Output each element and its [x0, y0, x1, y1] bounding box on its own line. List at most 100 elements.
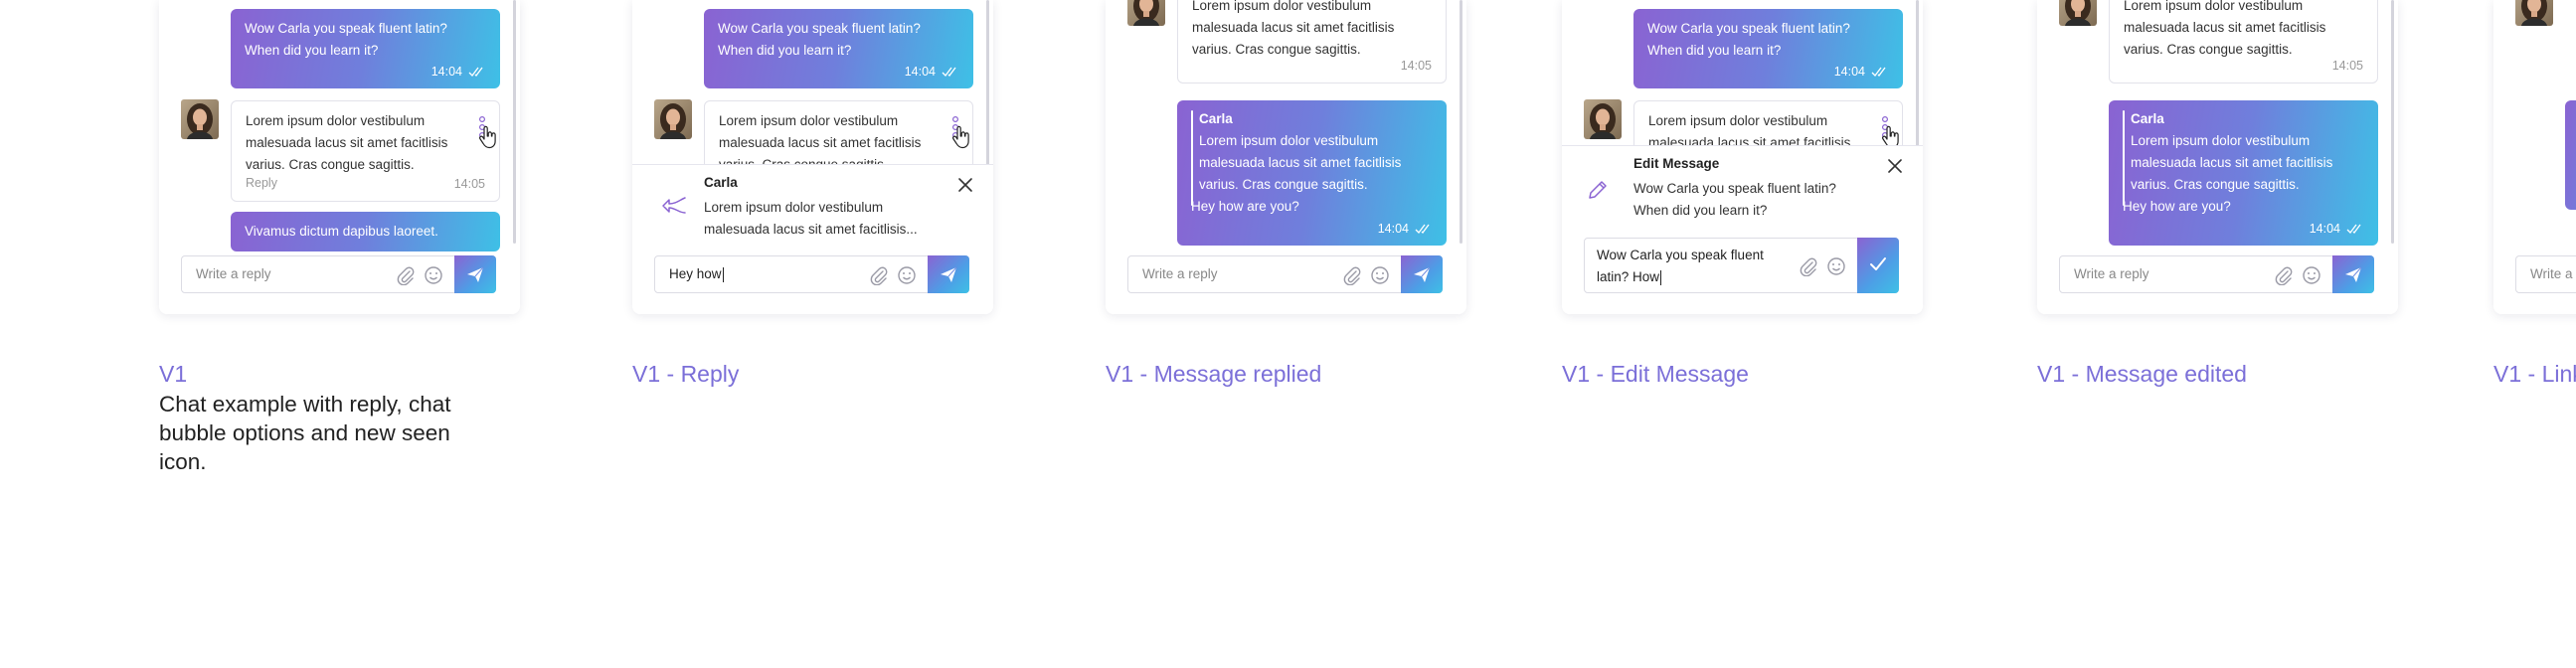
- message-line: Lorem ipsum dolor vestibulum: [246, 113, 426, 128]
- message-line: Hey how are you?: [2123, 199, 2231, 214]
- message-line: Wow Carla you speak fluent latin?: [718, 21, 921, 36]
- send-icon: [465, 264, 485, 284]
- scrollbar[interactable]: [1460, 0, 1462, 244]
- edit-panel-title: Edit Message: [1633, 156, 1720, 171]
- read-receipt-icon: [1871, 66, 1889, 78]
- confirm-edit-button[interactable]: [1857, 238, 1899, 293]
- message-composer[interactable]: Write a reply: [181, 255, 496, 293]
- message-time: 14:04: [1833, 65, 1865, 79]
- caption-v1: V1: [159, 361, 188, 387]
- message-line: malesuada lacus sit amet facitlisis: [246, 135, 448, 150]
- message-composer[interactable]: Write a reply: [2515, 255, 2576, 293]
- message-time: 14:05: [2331, 59, 2363, 73]
- send-icon: [1412, 264, 1432, 284]
- composer-input[interactable]: Write a reply: [1142, 256, 1218, 292]
- message-line: When did you learn it?: [718, 43, 852, 58]
- incoming-message[interactable]: Lorem ipsum dolor vestibulum malesuada l…: [1177, 0, 1447, 84]
- reply-link[interactable]: Reply: [246, 172, 277, 194]
- send-button[interactable]: [1401, 255, 1443, 293]
- chat-card-v1: Wow Carla you speak fluent latin? When d…: [159, 0, 520, 314]
- composer-input[interactable]: Write a reply: [2074, 256, 2149, 292]
- outgoing-message[interactable]: Carla Lorem ipsum dolor vestibulum males…: [1177, 100, 1447, 246]
- attach-icon[interactable]: [1342, 265, 1362, 285]
- avatar: [181, 99, 219, 139]
- message-composer[interactable]: Wow Carla you speak fluent latin? How: [1584, 238, 1899, 293]
- quoted-line: Lorem ipsum dolor vestibulum: [1199, 133, 1379, 148]
- emoji-icon[interactable]: [1370, 265, 1390, 285]
- message-line: varius. Cras congue sagittis.: [1192, 42, 1361, 57]
- message-line: Wow Carla you speak fluent latin?: [1647, 21, 1850, 36]
- attach-icon[interactable]: [1799, 256, 1818, 276]
- send-icon: [939, 264, 958, 284]
- chat-card-reply: Wow Carla you speak fluent latin? When d…: [632, 0, 993, 314]
- read-receipt-icon: [1415, 223, 1433, 235]
- avatar: [2515, 0, 2553, 26]
- message-line: Lorem ipsum dolor vestibulum: [1648, 113, 1828, 128]
- message-composer[interactable]: Write a reply: [2059, 255, 2374, 293]
- close-icon[interactable]: [1887, 158, 1903, 174]
- edit-preview-line: When did you learn it?: [1633, 203, 1768, 218]
- message-line: malesuada lacus sit amet facitlisis: [2124, 20, 2326, 35]
- quoted-line: malesuada lacus sit amet facitlisis: [2131, 155, 2333, 170]
- send-button[interactable]: [454, 255, 496, 293]
- quoted-sender-name: Carla: [2131, 111, 2164, 126]
- send-button[interactable]: [2332, 255, 2374, 293]
- composer-input[interactable]: Hey how: [669, 266, 722, 281]
- edit-input-line[interactable]: Wow Carla you speak fluent: [1597, 248, 1764, 262]
- incoming-message[interactable]: Lorem ipsum dolor vestibulum malesuada l…: [231, 100, 500, 202]
- outgoing-message[interactable]: Vivamus dictum dapibus laoreet.: [231, 212, 500, 251]
- message-line: When did you learn it?: [1647, 43, 1782, 58]
- avatar: [1584, 99, 1622, 139]
- emoji-icon[interactable]: [424, 265, 443, 285]
- reply-preview-line: Lorem ipsum dolor vestibulum: [704, 200, 884, 215]
- outgoing-message[interactable]: Wow Carla you speak fluent latin? When d…: [704, 9, 973, 88]
- message-line: malesuada lacus sit amet facitlisis: [1192, 20, 1395, 35]
- scrollbar[interactable]: [2391, 0, 2394, 244]
- avatar: [1127, 0, 1165, 26]
- message-line: Lorem ipsum dolor vestibulum: [1192, 0, 1372, 13]
- message-line: malesuada lacus sit amet facitlisis: [719, 135, 922, 150]
- caption-reply: V1 - Reply: [632, 361, 740, 387]
- quoted-line: varius. Cras congue sagittis.: [1199, 177, 1368, 192]
- emoji-icon[interactable]: [2302, 265, 2321, 285]
- message-line: varius. Cras congue sagittis.: [246, 157, 415, 172]
- attach-icon[interactable]: [2274, 265, 2294, 285]
- outgoing-message[interactable]: [2565, 100, 2576, 210]
- attach-icon[interactable]: [396, 265, 416, 285]
- avatar: [654, 99, 692, 139]
- message-time: 14:04: [430, 65, 462, 79]
- quoted-sender-name: Carla: [1199, 111, 1233, 126]
- attach-icon[interactable]: [869, 265, 889, 285]
- chat-card-edited: Lorem ipsum dolor vestibulum malesuada l…: [2037, 0, 2398, 314]
- caption-edit: V1 - Edit Message: [1562, 361, 1749, 387]
- message-line: Lorem ipsum dolor vestibulum: [719, 113, 899, 128]
- emoji-icon[interactable]: [1826, 256, 1846, 276]
- message-line: Hey how are you?: [1191, 199, 1299, 214]
- emoji-icon[interactable]: [897, 265, 917, 285]
- caption-link: V1 - Link: [2493, 361, 2576, 387]
- chat-card-edit: Wow Carla you speak fluent latin? When d…: [1562, 0, 1923, 314]
- message-line: Wow Carla you speak fluent latin?: [245, 21, 447, 36]
- outgoing-message[interactable]: Wow Carla you speak fluent latin? When d…: [231, 9, 500, 88]
- send-icon: [2343, 264, 2363, 284]
- close-icon[interactable]: [957, 177, 973, 193]
- quoted-line: malesuada lacus sit amet facitlisis: [1199, 155, 1402, 170]
- message-line: varius. Cras congue sagittis.: [2124, 42, 2293, 57]
- incoming-message[interactable]: Lorem ipsum dolor vestibulum malesuada l…: [2109, 0, 2378, 84]
- edit-input-line[interactable]: latin? How: [1597, 269, 1659, 284]
- message-composer[interactable]: Write a reply: [1127, 255, 1443, 293]
- send-button[interactable]: [928, 255, 969, 293]
- composer-input[interactable]: Write a reply: [2530, 256, 2576, 292]
- message-composer[interactable]: Hey how: [654, 255, 969, 293]
- chat-card-link: Write a reply: [2493, 0, 2576, 314]
- message-line: Vivamus dictum dapibus laoreet.: [245, 224, 438, 239]
- scrollbar[interactable]: [513, 0, 516, 244]
- reply-icon: [660, 196, 688, 216]
- pencil-icon: [1586, 178, 1610, 202]
- message-line: When did you learn it?: [245, 43, 379, 58]
- caption-replied: V1 - Message replied: [1106, 361, 1322, 387]
- outgoing-message[interactable]: Carla Lorem ipsum dolor vestibulum males…: [2109, 100, 2378, 246]
- outgoing-message[interactable]: Wow Carla you speak fluent latin? When d…: [1633, 9, 1903, 88]
- edit-preview-line: Wow Carla you speak fluent latin?: [1633, 181, 1836, 196]
- composer-input[interactable]: Write a reply: [196, 256, 271, 292]
